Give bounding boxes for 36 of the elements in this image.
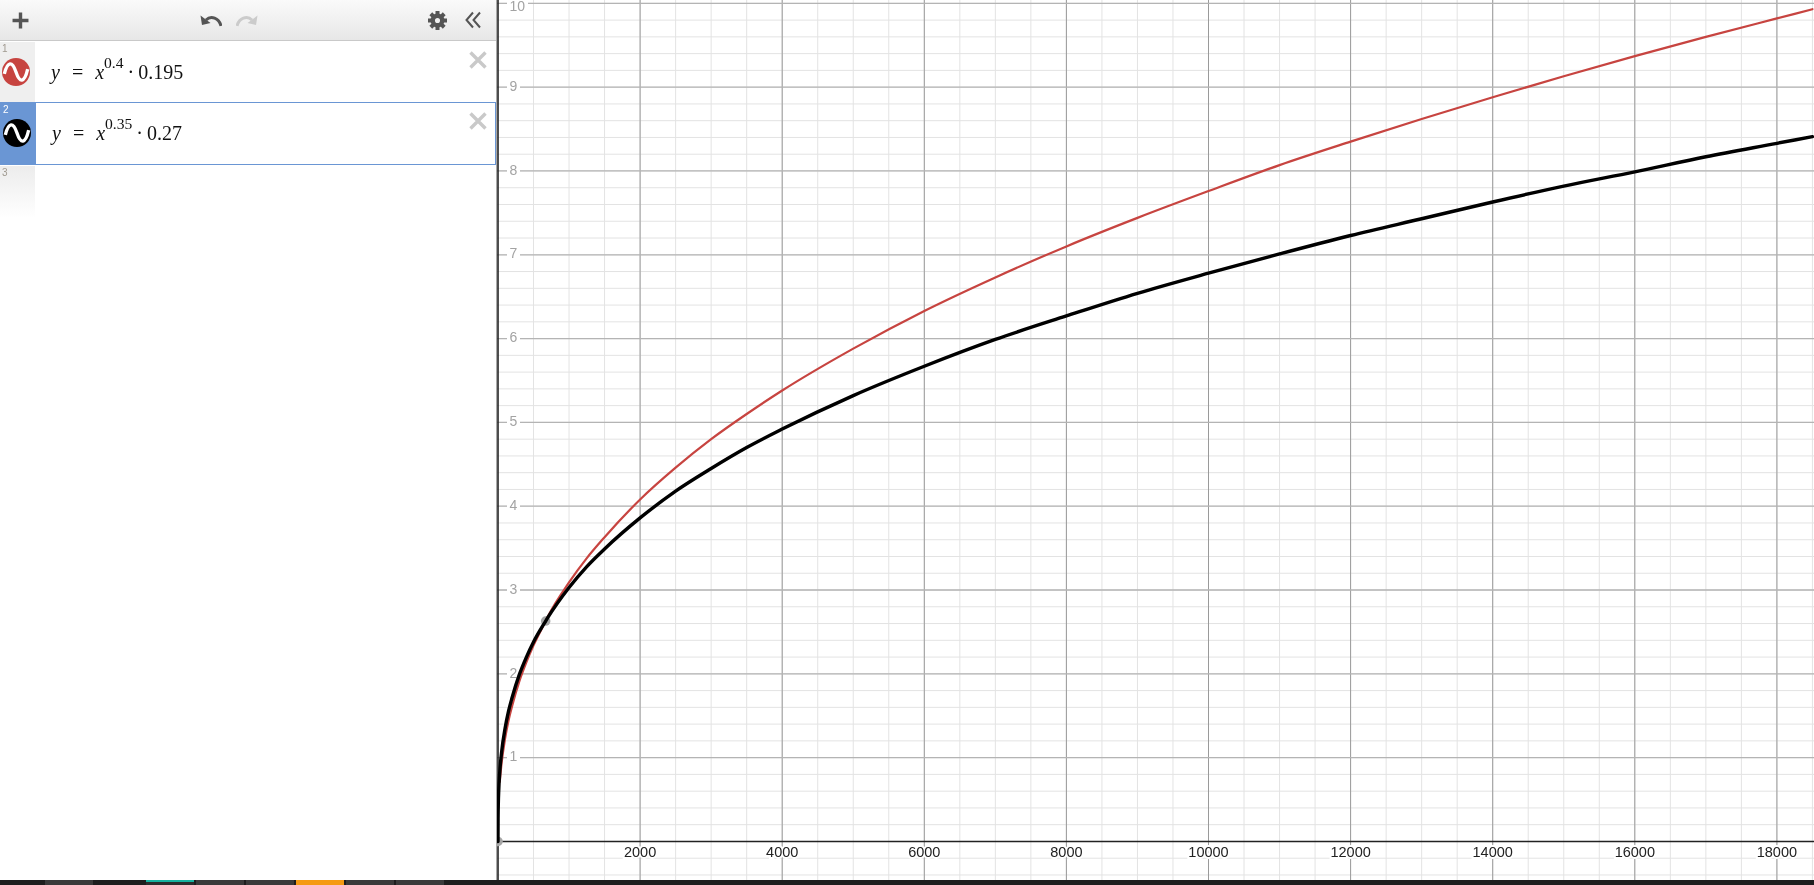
x-tick-label: 2000 (623, 844, 657, 861)
expression-field[interactable]: y = x$^{0.35}$ · 0.27 (36, 103, 466, 164)
y-tick-label: 8 (509, 161, 518, 178)
y-tick-label: 3 (509, 580, 518, 597)
y-tick-label: 4 (509, 496, 518, 513)
y-tick-label: 9 (509, 77, 518, 94)
double-chevron-icon (464, 11, 482, 29)
x-tick-label: 18000 (1756, 844, 1798, 861)
redo-icon (236, 13, 258, 27)
settings-icon (427, 10, 447, 30)
close-icon (469, 112, 487, 130)
row-number: 1 (2, 44, 8, 54)
x-tick-label: 12000 (1330, 844, 1371, 861)
graph-paper[interactable]: 1 2 3 4 5 6 7 8 9 10 2000 4000 6000 8000 10000 12000 14000 16000 18000 (497, 0, 1814, 880)
y-tick-label: 6 (509, 329, 518, 346)
row-number: 2 (3, 105, 9, 115)
y-tick-label: 10 (509, 0, 526, 14)
undo-icon (200, 13, 222, 27)
y-tick-label: 5 (509, 413, 518, 430)
x-tick-label: 16000 (1614, 844, 1655, 861)
close-icon (469, 51, 487, 69)
sine-wave-icon[interactable] (3, 119, 31, 147)
x-tick-label: 6000 (908, 844, 941, 861)
row-number: 3 (2, 168, 8, 178)
y-tick-label: 1 (509, 748, 518, 765)
y-tick-label: 7 (509, 245, 518, 262)
plus-icon (11, 11, 29, 29)
expression-row[interactable]: 2 y = x$^{0.35}$ · 0.27 (0, 102, 496, 165)
intersection-point[interactable] (540, 616, 551, 626)
x-tick-label: 10000 (1188, 844, 1229, 861)
x-tick-label: 4000 (766, 844, 799, 861)
x-tick-label: 14000 (1472, 844, 1513, 861)
x-tick-label: 8000 (1050, 844, 1083, 861)
expression-field[interactable]: y = x$^{0.4}$ · 0.195 (35, 42, 466, 102)
intersection-point[interactable] (497, 836, 503, 847)
y-tick-label: 2 (509, 664, 518, 681)
